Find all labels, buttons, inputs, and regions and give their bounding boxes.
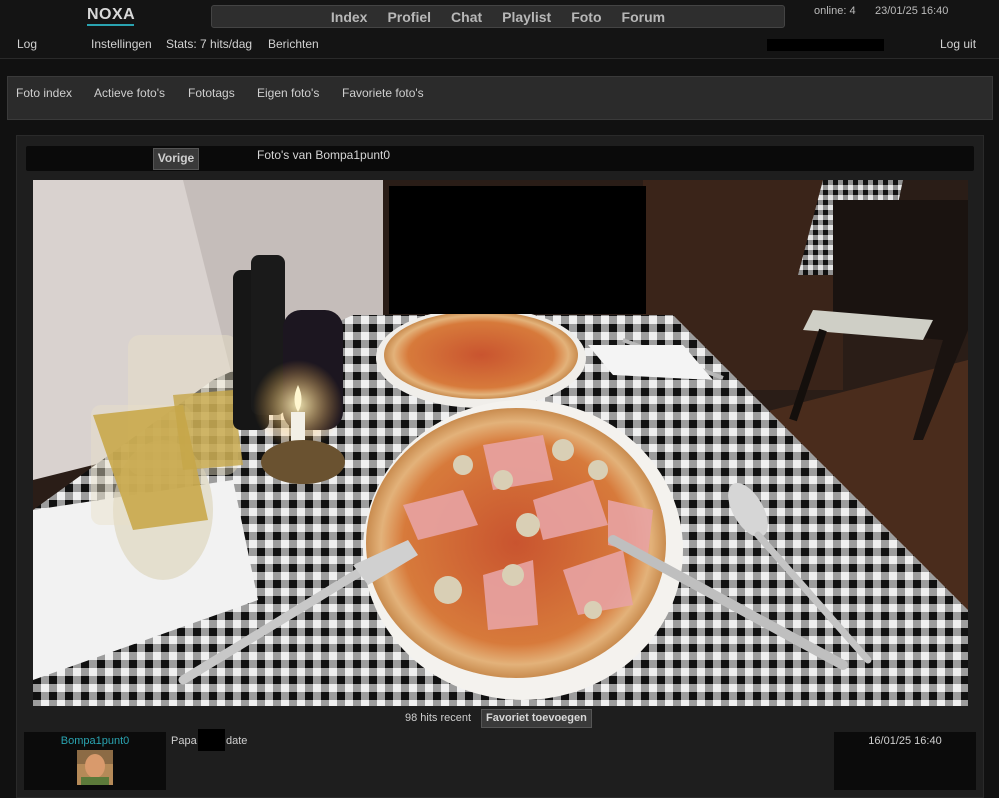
comment-date: 16/01/25 16:40 [868,735,942,747]
nav-profiel[interactable]: Profiel [387,9,431,25]
log-link[interactable]: Log [17,37,37,51]
comment-text-start: Papa [171,735,197,747]
avatar[interactable] [77,750,113,785]
tab-favoriete-fotos[interactable]: Favoriete foto's [342,86,424,100]
comment-text-end: date [226,735,248,747]
logo-underline [87,24,134,26]
poster-name-link[interactable]: Bompa1punt0 [24,735,166,747]
messages-link[interactable]: Berichten [268,37,319,51]
photo-title: Foto's van Bompa1punt0 [257,148,391,162]
nav-index[interactable]: Index [331,9,368,25]
settings-link[interactable]: Instellingen [91,37,152,51]
foto-subnav: Foto index Actieve foto's Fototags Eigen… [7,76,993,120]
redaction-bar [767,39,884,51]
hits-count: 98 hits recent [405,712,472,724]
main-nav: Index Profiel Chat Playlist Foto Forum [211,5,785,28]
site-logo[interactable]: NOXA [87,6,135,24]
add-favorite-button[interactable]: Favoriet toevoegen [481,709,592,728]
photo-image[interactable] [33,180,968,706]
online-count: online: 4 [814,5,856,17]
nav-playlist[interactable]: Playlist [502,9,551,25]
logout-link[interactable]: Log uit [940,37,976,51]
nav-foto[interactable]: Foto [571,9,601,25]
previous-button[interactable]: Vorige [153,148,199,170]
comment-redaction [198,729,225,751]
tab-foto-index[interactable]: Foto index [16,86,72,100]
stats-text: Stats: 7 hits/dag [166,37,253,51]
current-datetime: 23/01/25 16:40 [875,5,949,17]
nav-forum[interactable]: Forum [622,9,666,25]
tab-eigen-fotos[interactable]: Eigen foto's [257,86,319,100]
nav-chat[interactable]: Chat [451,9,482,25]
tab-fototags[interactable]: Fototags [188,86,235,100]
tab-actieve-fotos[interactable]: Actieve foto's [94,86,165,100]
